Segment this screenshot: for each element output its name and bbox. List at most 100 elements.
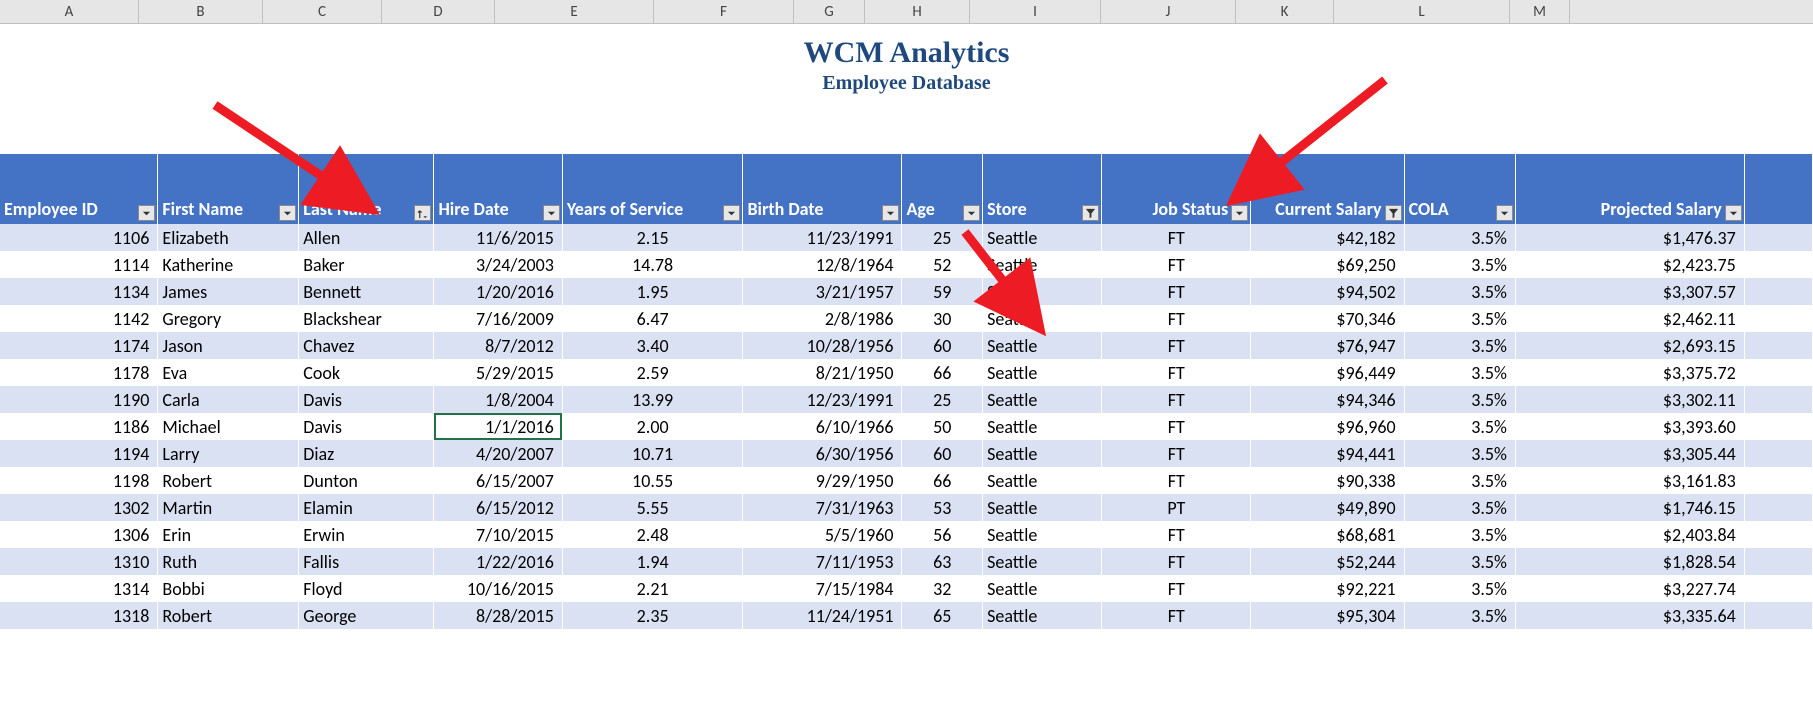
cell-E[interactable]: 10.55 bbox=[562, 467, 743, 494]
cell-A[interactable]: 1186 bbox=[0, 413, 158, 440]
cell-M[interactable] bbox=[1744, 305, 1812, 332]
header-L[interactable]: Projected SalaryIncreas bbox=[1515, 154, 1744, 224]
cell-J[interactable]: $95,304 bbox=[1251, 602, 1404, 629]
cell-E[interactable]: 3.40 bbox=[562, 332, 743, 359]
cell-L[interactable]: $1,746.15 bbox=[1515, 494, 1744, 521]
cell-I[interactable]: FT bbox=[1102, 278, 1251, 305]
cell-J[interactable]: $42,182 bbox=[1251, 224, 1404, 251]
filter-button-K[interactable] bbox=[1496, 205, 1513, 221]
cell-K[interactable]: 3.5% bbox=[1404, 386, 1515, 413]
cell-K[interactable]: 3.5% bbox=[1404, 413, 1515, 440]
cell-J[interactable]: $94,441 bbox=[1251, 440, 1404, 467]
cell-M[interactable] bbox=[1744, 386, 1812, 413]
cell-M[interactable] bbox=[1744, 224, 1812, 251]
cell-D[interactable]: 6/15/2012 bbox=[434, 494, 562, 521]
cell-M[interactable] bbox=[1744, 521, 1812, 548]
cell-E[interactable]: 2.48 bbox=[562, 521, 743, 548]
filter-button-J[interactable] bbox=[1385, 205, 1402, 221]
cell-F[interactable]: 7/15/1984 bbox=[743, 575, 902, 602]
cell-D[interactable]: 1/1/2016 bbox=[434, 413, 562, 440]
column-letter-M[interactable]: M bbox=[1510, 0, 1570, 23]
header-M[interactable] bbox=[1744, 154, 1812, 224]
table-row[interactable]: 1306ErinErwin7/10/20152.485/5/196056Seat… bbox=[0, 521, 1813, 548]
cell-A[interactable]: 1190 bbox=[0, 386, 158, 413]
cell-C[interactable]: George bbox=[299, 602, 434, 629]
table-row[interactable]: 1106ElizabethAllen11/6/20152.1511/23/199… bbox=[0, 224, 1813, 251]
cell-M[interactable] bbox=[1744, 413, 1812, 440]
table-row[interactable]: 1314BobbiFloyd10/16/20152.217/15/198432S… bbox=[0, 575, 1813, 602]
cell-F[interactable]: 6/10/1966 bbox=[743, 413, 902, 440]
cell-A[interactable]: 1178 bbox=[0, 359, 158, 386]
cell-B[interactable]: Eva bbox=[158, 359, 299, 386]
cell-A[interactable]: 1306 bbox=[0, 521, 158, 548]
cell-I[interactable]: PT bbox=[1102, 494, 1251, 521]
cell-C[interactable]: Allen bbox=[299, 224, 434, 251]
cell-G[interactable]: 50 bbox=[902, 413, 983, 440]
cell-F[interactable]: 11/23/1991 bbox=[743, 224, 902, 251]
table-row[interactable]: 1186MichaelDavis1/1/20162.006/10/196650S… bbox=[0, 413, 1813, 440]
cell-K[interactable]: 3.5% bbox=[1404, 548, 1515, 575]
table-row[interactable]: 1310RuthFallis1/22/20161.947/11/195363Se… bbox=[0, 548, 1813, 575]
cell-L[interactable]: $3,307.57 bbox=[1515, 278, 1744, 305]
cell-D[interactable]: 8/7/2012 bbox=[434, 332, 562, 359]
cell-G[interactable]: 66 bbox=[902, 359, 983, 386]
cell-E[interactable]: 10.71 bbox=[562, 440, 743, 467]
cell-H[interactable]: Seattle bbox=[983, 440, 1102, 467]
cell-D[interactable]: 1/22/2016 bbox=[434, 548, 562, 575]
column-letter-C[interactable]: C bbox=[263, 0, 382, 23]
cell-K[interactable]: 3.5% bbox=[1404, 467, 1515, 494]
cell-I[interactable]: FT bbox=[1102, 575, 1251, 602]
cell-I[interactable]: FT bbox=[1102, 521, 1251, 548]
cell-F[interactable]: 12/23/1991 bbox=[743, 386, 902, 413]
cell-H[interactable]: Seattle bbox=[983, 332, 1102, 359]
cell-J[interactable]: $90,338 bbox=[1251, 467, 1404, 494]
table-row[interactable]: 1114KatherineBaker3/24/200314.7812/8/196… bbox=[0, 251, 1813, 278]
column-letter-K[interactable]: K bbox=[1236, 0, 1334, 23]
cell-B[interactable]: Jason bbox=[158, 332, 299, 359]
cell-G[interactable]: 60 bbox=[902, 440, 983, 467]
cell-L[interactable]: $2,462.11 bbox=[1515, 305, 1744, 332]
filter-button-A[interactable] bbox=[138, 205, 155, 221]
filter-button-E[interactable] bbox=[723, 205, 740, 221]
cell-F[interactable]: 8/21/1950 bbox=[743, 359, 902, 386]
filter-button-D[interactable] bbox=[543, 205, 560, 221]
cell-M[interactable] bbox=[1744, 440, 1812, 467]
filter-button-L[interactable] bbox=[1725, 205, 1742, 221]
cell-J[interactable]: $52,244 bbox=[1251, 548, 1404, 575]
cell-E[interactable]: 2.35 bbox=[562, 602, 743, 629]
cell-B[interactable]: Robert bbox=[158, 602, 299, 629]
cell-M[interactable] bbox=[1744, 332, 1812, 359]
cell-L[interactable]: $3,227.74 bbox=[1515, 575, 1744, 602]
cell-F[interactable]: 12/8/1964 bbox=[743, 251, 902, 278]
cell-I[interactable]: FT bbox=[1102, 413, 1251, 440]
cell-E[interactable]: 14.78 bbox=[562, 251, 743, 278]
cell-D[interactable]: 6/15/2007 bbox=[434, 467, 562, 494]
cell-I[interactable]: FT bbox=[1102, 467, 1251, 494]
cell-D[interactable]: 11/6/2015 bbox=[434, 224, 562, 251]
cell-C[interactable]: Dunton bbox=[299, 467, 434, 494]
table-row[interactable]: 1198RobertDunton6/15/200710.559/29/19506… bbox=[0, 467, 1813, 494]
table-row[interactable]: 1142GregoryBlackshear7/16/20096.472/8/19… bbox=[0, 305, 1813, 332]
cell-I[interactable]: FT bbox=[1102, 548, 1251, 575]
table-row[interactable]: 1134JamesBennett1/20/20161.953/21/195759… bbox=[0, 278, 1813, 305]
cell-F[interactable]: 6/30/1956 bbox=[743, 440, 902, 467]
cell-A[interactable]: 1106 bbox=[0, 224, 158, 251]
column-letter-D[interactable]: D bbox=[382, 0, 495, 23]
header-H[interactable]: Store bbox=[983, 154, 1102, 224]
filter-button-F[interactable] bbox=[882, 205, 899, 221]
cell-F[interactable]: 7/11/1953 bbox=[743, 548, 902, 575]
filter-button-B[interactable] bbox=[279, 205, 296, 221]
cell-I[interactable]: FT bbox=[1102, 602, 1251, 629]
cell-A[interactable]: 1194 bbox=[0, 440, 158, 467]
cell-A[interactable]: 1310 bbox=[0, 548, 158, 575]
cell-K[interactable]: 3.5% bbox=[1404, 251, 1515, 278]
header-I[interactable]: Job Status bbox=[1102, 154, 1251, 224]
cell-C[interactable]: Davis bbox=[299, 386, 434, 413]
employee-table[interactable]: Employee IDFirst NameLast NameHire DateY… bbox=[0, 154, 1813, 629]
cell-B[interactable]: Robert bbox=[158, 467, 299, 494]
cell-B[interactable]: Martin bbox=[158, 494, 299, 521]
cell-K[interactable]: 3.5% bbox=[1404, 305, 1515, 332]
cell-L[interactable]: $2,403.84 bbox=[1515, 521, 1744, 548]
cell-D[interactable]: 1/20/2016 bbox=[434, 278, 562, 305]
cell-G[interactable]: 32 bbox=[902, 575, 983, 602]
